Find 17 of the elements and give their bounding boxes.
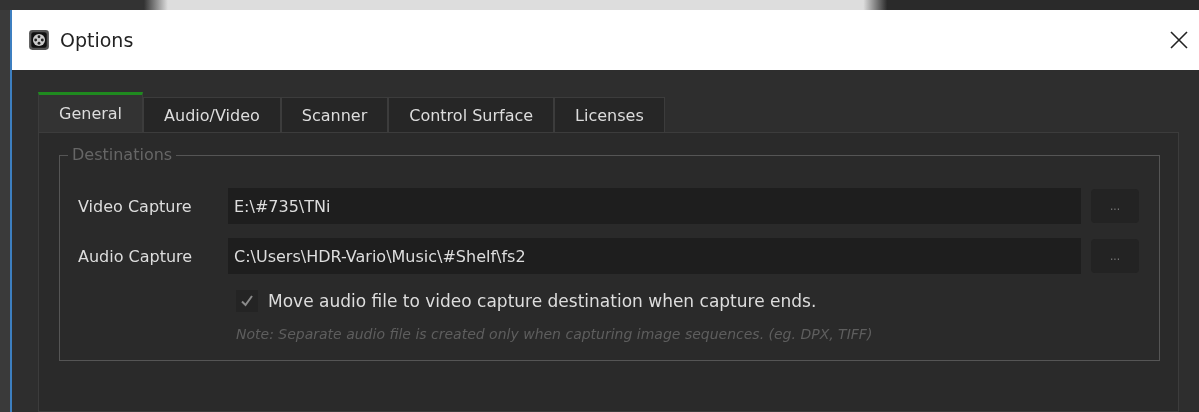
browse-button[interactable]: ...	[1091, 189, 1139, 223]
path-field[interactable]: C:\Users\HDR-Vario\Music\#Shelf\fs2	[228, 238, 1081, 274]
browse-button[interactable]: ...	[1091, 239, 1139, 273]
field-label: Audio Capture	[78, 246, 194, 266]
window-title: Options	[60, 29, 135, 51]
field-label: Video Capture	[78, 196, 193, 216]
tab[interactable]: General	[38, 92, 144, 132]
path-field[interactable]: E:\#735\TNi	[228, 188, 1081, 224]
tab[interactable]: Licenses	[554, 97, 665, 132]
film-reel-icon	[28, 29, 50, 51]
checkbox-label[interactable]: Move audio file to video capture destination when capture ends.	[268, 291, 817, 311]
tab[interactable]: Control Surface	[388, 97, 555, 132]
tab[interactable]: Audio/Video	[143, 97, 281, 132]
checkmark-icon	[239, 293, 255, 309]
close-icon[interactable]	[1169, 30, 1189, 50]
checkbox[interactable]	[236, 290, 258, 312]
tab[interactable]: Scanner	[280, 97, 389, 132]
